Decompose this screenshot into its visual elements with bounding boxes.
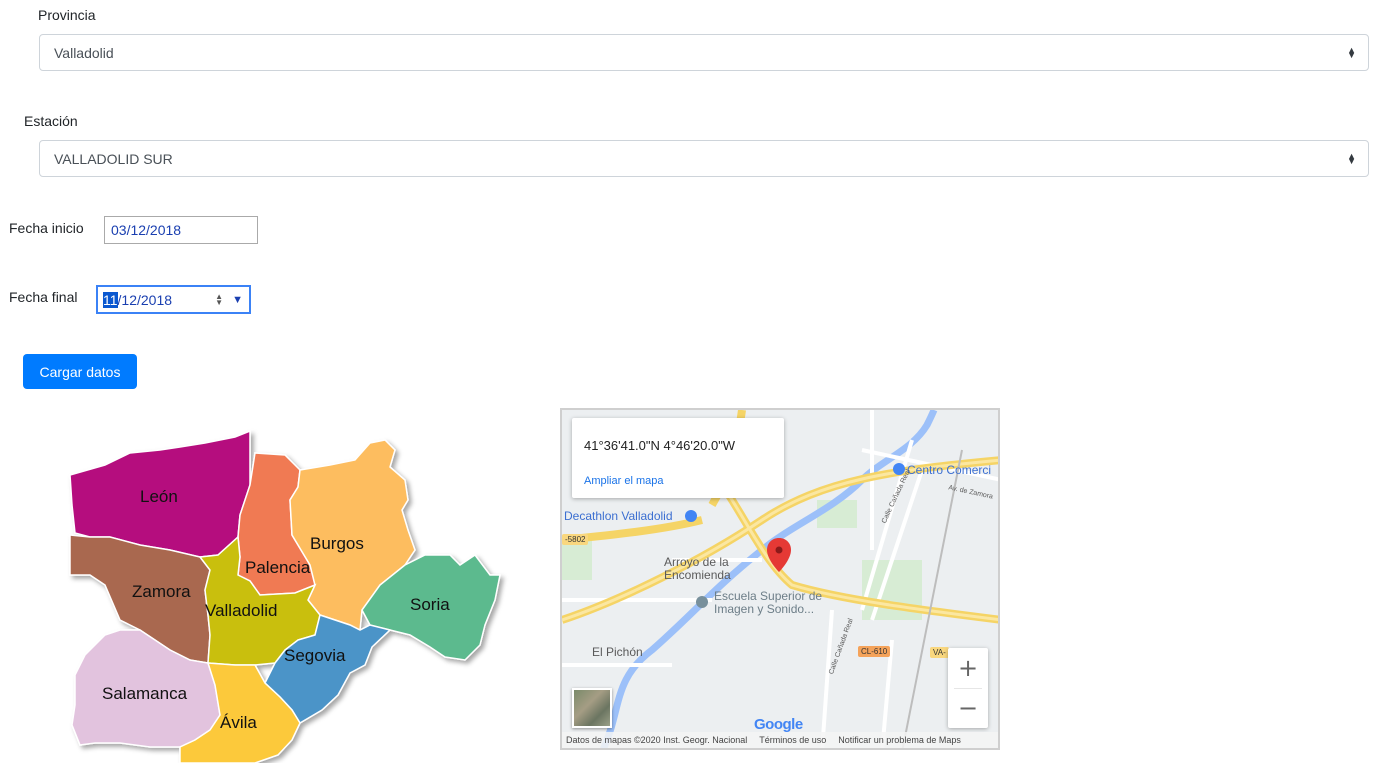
- zoom-in-button[interactable]: +: [948, 648, 988, 688]
- poi-label-escuela-line2: Imagen y Sonido...: [714, 602, 815, 616]
- park-area: [562, 540, 592, 580]
- estacion-select[interactable]: VALLADOLID SUR ▲ ▼: [39, 140, 1369, 177]
- castilla-leon-map: León Palencia Burgos Zamora Valladolid S…: [69, 429, 501, 763]
- map-terms-link[interactable]: Términos de uso: [759, 735, 826, 745]
- poi-icon[interactable]: [685, 510, 697, 522]
- cargar-datos-button[interactable]: Cargar datos: [23, 354, 137, 389]
- provincia-label: Provincia: [38, 7, 96, 23]
- region-label-zamora: Zamora: [132, 582, 191, 601]
- poi-icon[interactable]: [696, 596, 708, 608]
- zoom-out-button[interactable]: −: [948, 688, 988, 728]
- region-label-segovia: Segovia: [284, 646, 346, 665]
- google-logo: Google: [754, 716, 803, 733]
- google-logo-text: Google: [754, 716, 803, 733]
- poi-label-escuela-line1: Escuela Superior de: [714, 589, 823, 603]
- select-arrows-icon: ▲ ▼: [1347, 150, 1356, 166]
- provincia-selected-value: Valladolid: [54, 44, 114, 61]
- fecha-inicio-value: 03/12/2018: [111, 222, 182, 238]
- select-arrows-icon: ▲ ▼: [1347, 44, 1356, 60]
- region-label-palencia: Palencia: [245, 558, 311, 577]
- region-label-leon: León: [140, 487, 178, 506]
- poi-label-centro[interactable]: Centro Comerci: [907, 464, 991, 477]
- estacion-selected-value: VALLADOLID SUR: [54, 150, 173, 167]
- provincia-select[interactable]: Valladolid ▲ ▼: [39, 34, 1369, 71]
- poi-label-decathlon[interactable]: Decathlon Valladolid: [564, 510, 673, 523]
- road-sign: VA-: [930, 647, 949, 658]
- fecha-inicio-input[interactable]: 03/12/2018: [104, 216, 258, 244]
- poi-label-escuela[interactable]: Escuela Superior de Imagen y Sonido...: [714, 590, 822, 616]
- zoom-controls: + −: [948, 648, 988, 728]
- enlarge-map-link[interactable]: Ampliar el mapa: [584, 475, 663, 487]
- fecha-inicio-label: Fecha inicio: [9, 220, 84, 236]
- region-label-valladolid: Valladolid: [205, 601, 277, 620]
- road-sign: -5802: [562, 534, 589, 545]
- region-label-soria: Soria: [410, 595, 450, 614]
- estacion-label: Estación: [24, 113, 78, 129]
- map-data-attribution: Datos de mapas ©2020 Inst. Geogr. Nacion…: [566, 735, 748, 745]
- poi-label-pichon: El Pichón: [592, 645, 643, 659]
- map-info-card: 41°36'41.0"N 4°46'20.0"W Ampliar el mapa: [572, 418, 784, 498]
- calendar-dropdown-icon[interactable]: ▼: [232, 294, 243, 306]
- region-label-salamanca: Salamanca: [102, 684, 188, 703]
- map-coordinates: 41°36'41.0"N 4°46'20.0"W: [584, 438, 736, 453]
- region-label-avila: Ávila: [220, 713, 257, 732]
- satellite-toggle-button[interactable]: [572, 688, 612, 728]
- date-spinner-icon[interactable]: ▲ ▼: [215, 292, 223, 306]
- fecha-final-input[interactable]: 11/12/2018 ▲ ▼ ▼: [96, 285, 251, 314]
- map-report-link[interactable]: Notificar un problema de Maps: [838, 735, 961, 745]
- poi-label-arroyo: Arroyo de la Encomienda: [664, 556, 731, 582]
- fecha-final-rest: /12/2018: [117, 291, 173, 308]
- google-map[interactable]: Centro Comerci Decathlon Valladolid Arro…: [560, 408, 1000, 750]
- road-sign: CL-610: [858, 646, 891, 657]
- poi-label-arroyo-line1: Arroyo de la: [664, 555, 729, 569]
- fecha-final-label: Fecha final: [9, 289, 78, 305]
- region-label-burgos: Burgos: [310, 534, 364, 553]
- poi-label-arroyo-line2: Encomienda: [664, 568, 731, 582]
- fecha-final-day-segment[interactable]: 11: [103, 291, 118, 308]
- map-footer: Datos de mapas ©2020 Inst. Geogr. Nacion…: [562, 732, 998, 748]
